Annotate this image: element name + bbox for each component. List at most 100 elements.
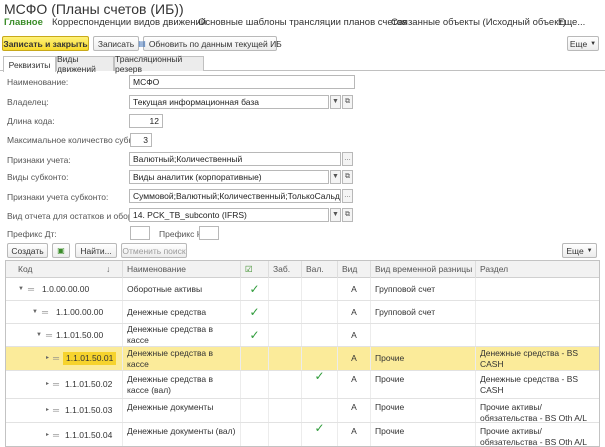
subconto-types-field[interactable]: Виды аналитик (корпоративные) <box>129 170 329 184</box>
header-section[interactable]: Раздел <box>476 261 599 278</box>
row-zab <box>269 301 302 323</box>
row-code: 1.1.00.00.00 <box>55 306 104 317</box>
row-val <box>302 324 338 346</box>
accounts-table[interactable]: Код ↓ Наименование ☑ Заб. Вал. Вид Вид в… <box>5 260 600 447</box>
row-type: А <box>338 301 371 323</box>
nav-related[interactable]: Связанные объекты (Исходный объект) <box>391 17 566 28</box>
row-zab <box>269 347 302 370</box>
chevron-down-icon[interactable]: ▼ <box>330 208 341 222</box>
row-section: Прочие активы/обязательства - BS Oth A/L <box>480 402 587 423</box>
create-button[interactable]: Создать <box>7 243 48 258</box>
select-button[interactable]: … <box>342 189 353 203</box>
subconto-attrs-field[interactable]: Суммовой;Валютный;Количественный;ТолькоС… <box>129 189 341 203</box>
header-code[interactable]: Код ↓ <box>6 261 123 278</box>
select-button[interactable]: … <box>342 152 353 166</box>
header-temp-diff[interactable]: Вид временной разницы <box>371 261 476 278</box>
collapse-icon[interactable]: ▼ <box>36 330 42 341</box>
row-name: Денежные средства в кассе <box>123 324 241 346</box>
row-temp-diff: Прочие <box>371 347 476 370</box>
table-row[interactable]: ▼ ═ 1.1.01.50.00 Денежные средства в касс… <box>6 324 599 347</box>
open-icon[interactable]: ⧉ <box>342 95 353 109</box>
row-name: Денежные документы <box>123 399 241 422</box>
chevron-down-icon: ▼ <box>590 40 597 47</box>
open-icon[interactable]: ⧉ <box>342 170 353 184</box>
name-field[interactable]: МСФО <box>129 75 355 89</box>
nav-bar: Главное Корреспонденции видов движений О… <box>0 17 605 30</box>
row-type: А <box>338 423 371 446</box>
check-icon: ✓ <box>249 304 260 319</box>
row-name: Денежные средства в кассе (вал) <box>123 371 241 398</box>
check-icon: ✓ <box>249 327 260 342</box>
row-zab <box>269 278 302 300</box>
row-val <box>302 347 338 370</box>
row-flag <box>241 399 269 422</box>
row-val <box>302 301 338 323</box>
check-icon: ✓ <box>314 369 325 383</box>
check-icon: ✓ <box>314 421 325 435</box>
table-row[interactable]: ▼ ═ 1.1.00.00.00 Денежные средства ✓ А Гр… <box>6 301 599 324</box>
header-flag[interactable]: ☑ <box>241 261 269 278</box>
item-icon: ═ <box>53 430 60 440</box>
bullet-icon: ▸ <box>46 432 50 438</box>
row-section: Денежные средства - BS CASH <box>480 347 579 369</box>
row-type: А <box>338 324 371 346</box>
row-type: А <box>338 399 371 422</box>
row-code: 1.1.01.50.03 <box>65 405 113 415</box>
row-flag <box>241 347 269 370</box>
row-code: 1.1.01.50.04 <box>65 430 113 440</box>
row-type: А <box>338 371 371 398</box>
grid-more-button[interactable]: Еще ▼ <box>562 243 597 258</box>
open-icon[interactable]: ⧉ <box>342 208 353 222</box>
row-code: 1.1.01.50.01 <box>63 352 117 365</box>
tab-movements[interactable]: Виды движений <box>56 54 114 74</box>
table-row[interactable]: ▸ ═ 1.1.01.50.02 Денежные средства в касс… <box>6 369 599 399</box>
cancel-search-button[interactable]: Отменить поиск <box>121 243 187 258</box>
document-icon: ▤ <box>138 39 146 48</box>
row-code: 1.0.00.00.00 <box>41 283 90 294</box>
nav-correspondences[interactable]: Корреспонденции видов движений <box>52 17 206 28</box>
table-row[interactable]: ▸ ═ 1.1.01.50.03 Денежные документы А Про… <box>6 399 599 423</box>
nav-templates[interactable]: Основные шаблоны трансляции планов счето… <box>198 17 407 28</box>
row-val <box>302 278 338 300</box>
item-icon: ═ <box>53 405 60 415</box>
row-flag <box>241 423 269 446</box>
owner-field[interactable]: Текущая информационная база <box>129 95 329 109</box>
find-button[interactable]: Найти... <box>75 243 117 258</box>
collapse-icon[interactable]: ▼ <box>18 284 24 295</box>
header-name[interactable]: Наименование <box>123 261 241 278</box>
row-zab <box>269 324 302 346</box>
row-code: 1.1.01.50.02 <box>65 379 113 389</box>
prefix-kt-field[interactable] <box>199 226 219 240</box>
checkbox-icon: ☑ <box>245 264 253 274</box>
more-button[interactable]: Еще ▼ <box>567 36 599 51</box>
prefix-dt-field[interactable] <box>130 226 150 240</box>
folder-icon: ═ <box>45 329 52 340</box>
max-subconto-field[interactable]: 3 <box>130 133 152 147</box>
header-zab[interactable]: Заб. <box>269 261 302 278</box>
tab-details[interactable]: Реквизиты <box>3 56 56 72</box>
copy-button[interactable]: ▣ <box>52 243 70 258</box>
save-close-button[interactable]: Записать и закрыть <box>2 36 89 51</box>
chevron-down-icon[interactable]: ▼ <box>330 170 341 184</box>
accounting-attrs-field[interactable]: Валютный;Количественный <box>129 152 341 166</box>
table-row[interactable]: ▸ ═ 1.1.01.50.04 Денежные документы (вал)… <box>6 421 599 446</box>
save-button[interactable]: Записать <box>93 36 139 51</box>
code-length-field[interactable]: 12 <box>129 114 163 128</box>
table-row[interactable]: ▼ ═ 1.0.00.00.00 Оборотные активы ✓ А Гру… <box>6 278 599 301</box>
row-section <box>476 301 599 323</box>
update-button[interactable]: ▤ Обновить по данным текущей ИБ <box>138 36 282 51</box>
sort-icon: ↓ <box>106 264 111 274</box>
tab-translation-reserve[interactable]: Трансляционный резерв <box>114 54 204 74</box>
table-row-selected[interactable]: ▸ ═ 1.1.01.50.01 Денежные средства в касс… <box>6 347 599 371</box>
row-type: А <box>338 347 371 370</box>
chevron-down-icon[interactable]: ▼ <box>330 95 341 109</box>
collapse-icon[interactable]: ▼ <box>32 307 38 318</box>
row-val <box>302 399 338 422</box>
report-type-field[interactable]: 14. PCK_TB_subconto (IFRS) <box>129 208 329 222</box>
row-section: Денежные средства - BS CASH <box>480 374 579 395</box>
header-type[interactable]: Вид <box>338 261 371 278</box>
nav-main[interactable]: Главное <box>4 17 43 28</box>
nav-more[interactable]: Еще... <box>558 17 585 28</box>
row-code-cell: ▼ ═ 1.1.01.50.00 <box>6 324 123 346</box>
header-val[interactable]: Вал. <box>302 261 338 278</box>
